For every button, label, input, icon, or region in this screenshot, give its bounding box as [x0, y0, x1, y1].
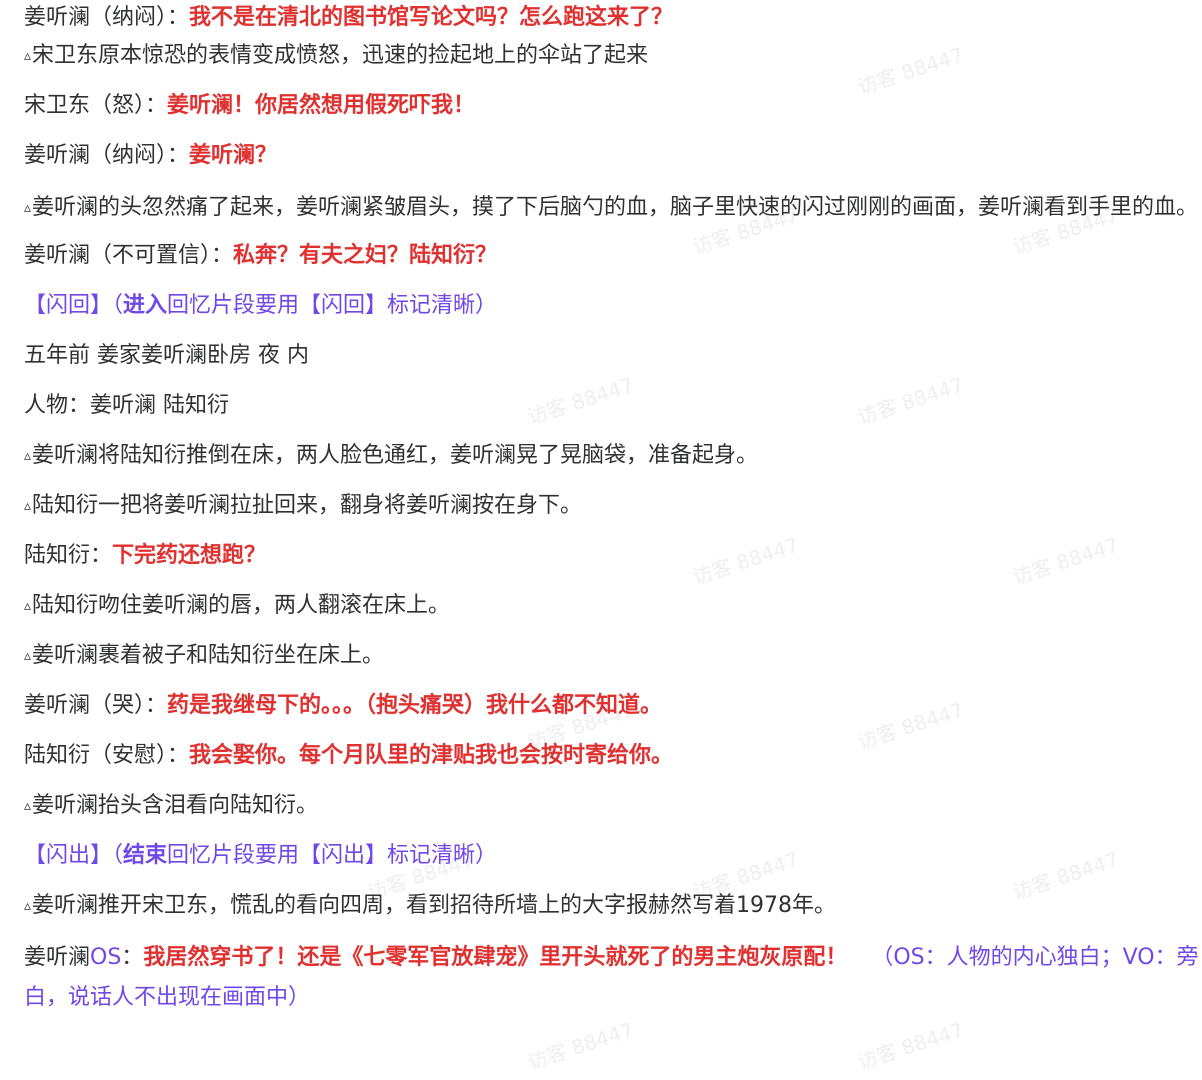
dialogue-text: 我会娶你。每个月队里的津贴我也会按时寄给你。 [189, 743, 674, 768]
scene-heading-text: 五年前 姜家姜听澜卧房 夜 内 [24, 343, 309, 368]
dialogue-line: 陆知衍（安慰）：我会娶你。每个月队里的津贴我也会按时寄给你。 [24, 738, 1202, 788]
action-text: 姜听澜将陆知衍推倒在床，两人脸色通红，姜听澜晃了晃脑袋，准备起身。 [32, 443, 759, 468]
script-document: 姜听澜（纳闷）：我不是在清北的图书馆写论文吗？怎么跑这来了？ ▵宋卫东原本惊恐的… [24, 0, 1202, 1028]
characters-line: 人物：姜听澜 陆知衍 [24, 388, 1202, 438]
dialogue-text: 姜听澜？ [189, 143, 278, 168]
flashback-open-paren: （ [112, 293, 124, 318]
action-text: 陆知衍吻住姜听澜的唇，两人翻滚在床上。 [32, 593, 451, 618]
speaker-label: 陆知衍： [24, 543, 113, 568]
dialogue-line: 姜听澜（哭）：药是我继母下的。。。（抱头痛哭）我什么都不知道。 [24, 688, 1202, 738]
triangle-icon: ▵ [24, 498, 32, 514]
os-label: OS [90, 945, 122, 970]
action-line: ▵陆知衍吻住姜听澜的唇，两人翻滚在床上。 [24, 588, 1202, 638]
triangle-icon: ▵ [24, 648, 32, 664]
dialogue-line: 宋卫东（怒）：姜听澜！你居然想用假死吓我！ [24, 88, 1202, 138]
triangle-icon: ▵ [24, 448, 32, 464]
flashback-tag: 【闪回】 [24, 293, 113, 318]
dialogue-text: 药是我继母下的。。。（抱头痛哭）我什么都不知道。 [167, 693, 663, 718]
dialogue-text: 下完药还想跑？ [112, 543, 267, 568]
action-text: 姜听澜裹着被子和陆知衍坐在床上。 [32, 643, 385, 668]
speaker-label: 姜听澜（哭）： [24, 693, 168, 718]
dialogue-line: 姜听澜（不可置信）：私奔？有夫之妇？陆知衍？ [24, 238, 1202, 288]
speaker-label: 姜听澜（不可置信）： [24, 243, 234, 268]
action-text: 姜听澜的头忽然痛了起来，姜听澜紧皱眉头，摸了下后脑勺的血，脑子里快速的闪过刚刚的… [32, 195, 1199, 220]
inner-monologue-line: 姜听澜OS：我居然穿书了！还是《七零军官放肆宠》里开头就死了的男主炮灰原配！ （O… [24, 938, 1202, 1018]
flashout-note: 回忆片段要用【闪出】标记清晰） [167, 843, 498, 868]
triangle-icon: ▵ [24, 200, 32, 216]
speaker-label: 陆知衍（安慰）： [24, 743, 190, 768]
action-line: ▵宋卫东原本惊恐的表情变成愤怒，迅速的捡起地上的伞站了起来 [24, 38, 1202, 88]
dialogue-line: 陆知衍：下完药还想跑？ [24, 538, 1202, 588]
speaker-label: 宋卫东（怒）： [24, 93, 168, 118]
action-text: 宋卫东原本惊恐的表情变成愤怒，迅速的捡起地上的伞站了起来 [32, 43, 649, 68]
action-line: ▵陆知衍一把将姜听澜拉扯回来，翻身将姜听澜按在身下。 [24, 488, 1202, 538]
action-line: ▵姜听澜的头忽然痛了起来，姜听澜紧皱眉头，摸了下后脑勺的血，脑子里快速的闪过刚刚… [24, 188, 1202, 228]
action-line: ▵姜听澜推开宋卫东，慌乱的看向四周，看到招待所墙上的大字报赫然写着1978年。 [24, 888, 1202, 938]
dialogue-text: 我居然穿书了！还是《七零军官放肆宠》里开头就死了的男主炮灰原配！ [143, 945, 848, 970]
flashback-keyword: 进入 [123, 293, 168, 318]
dialogue-text: 私奔？有夫之妇？陆知衍？ [233, 243, 498, 268]
characters-text: 人物：姜听澜 陆知衍 [24, 393, 229, 418]
speaker-separator: ： [121, 945, 144, 970]
action-line: ▵姜听澜裹着被子和陆知衍坐在床上。 [24, 638, 1202, 688]
action-line: ▵姜听澜将陆知衍推倒在床，两人脸色通红，姜听澜晃了晃脑袋，准备起身。 [24, 438, 1202, 488]
flashout-tag: 【闪出】 [24, 843, 113, 868]
speaker-label: 姜听澜 [24, 945, 91, 970]
dialogue-text: 我不是在清北的图书馆写论文吗？怎么跑这来了？ [189, 5, 674, 30]
action-text: 陆知衍一把将姜听澜拉扯回来，翻身将姜听澜按在身下。 [32, 493, 583, 518]
dialogue-line: 姜听澜（纳闷）：姜听澜？ [24, 138, 1202, 188]
flashback-marker-line: 【闪回】（进入回忆片段要用【闪回】标记清晰） [24, 288, 1202, 338]
action-line: ▵姜听澜抬头含泪看向陆知衍。 [24, 788, 1202, 838]
dialogue-line: 姜听澜（纳闷）：我不是在清北的图书馆写论文吗？怎么跑这来了？ [24, 0, 1202, 38]
action-text: 姜听澜抬头含泪看向陆知衍。 [32, 793, 319, 818]
triangle-icon: ▵ [24, 48, 32, 64]
flashout-open-paren: （ [112, 843, 124, 868]
flashback-note: 回忆片段要用【闪回】标记清晰） [167, 293, 498, 318]
action-text: 姜听澜推开宋卫东，慌乱的看向四周，看到招待所墙上的大字报赫然写着1978年。 [32, 893, 837, 918]
triangle-icon: ▵ [24, 898, 32, 914]
speaker-label: 姜听澜（纳闷）： [24, 5, 190, 30]
dialogue-text: 姜听澜！你居然想用假死吓我！ [167, 93, 476, 118]
triangle-icon: ▵ [24, 798, 32, 814]
flashout-marker-line: 【闪出】（结束回忆片段要用【闪出】标记清晰） [24, 838, 1202, 888]
speaker-label: 姜听澜（纳闷）： [24, 143, 190, 168]
triangle-icon: ▵ [24, 598, 32, 614]
scene-heading: 五年前 姜家姜听澜卧房 夜 内 [24, 338, 1202, 388]
flashout-keyword: 结束 [123, 843, 168, 868]
